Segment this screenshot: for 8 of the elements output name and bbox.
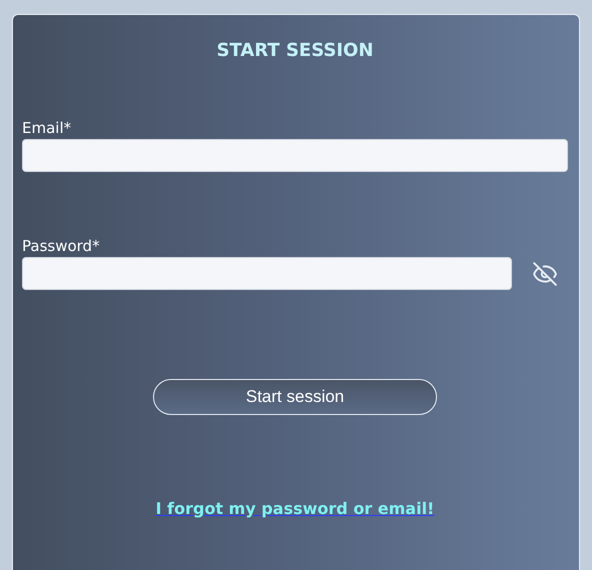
email-field[interactable] <box>22 139 568 172</box>
login-title: START SESSION <box>216 39 374 63</box>
field-label: Password* <box>22 236 101 256</box>
eye-off-icon <box>532 260 558 286</box>
field-label: Email* <box>22 118 72 138</box>
password-field[interactable] <box>22 257 512 290</box>
forgot-password-link[interactable]: I forgot my password or email! <box>156 499 434 518</box>
start-session-button[interactable]: Start session <box>153 379 437 415</box>
